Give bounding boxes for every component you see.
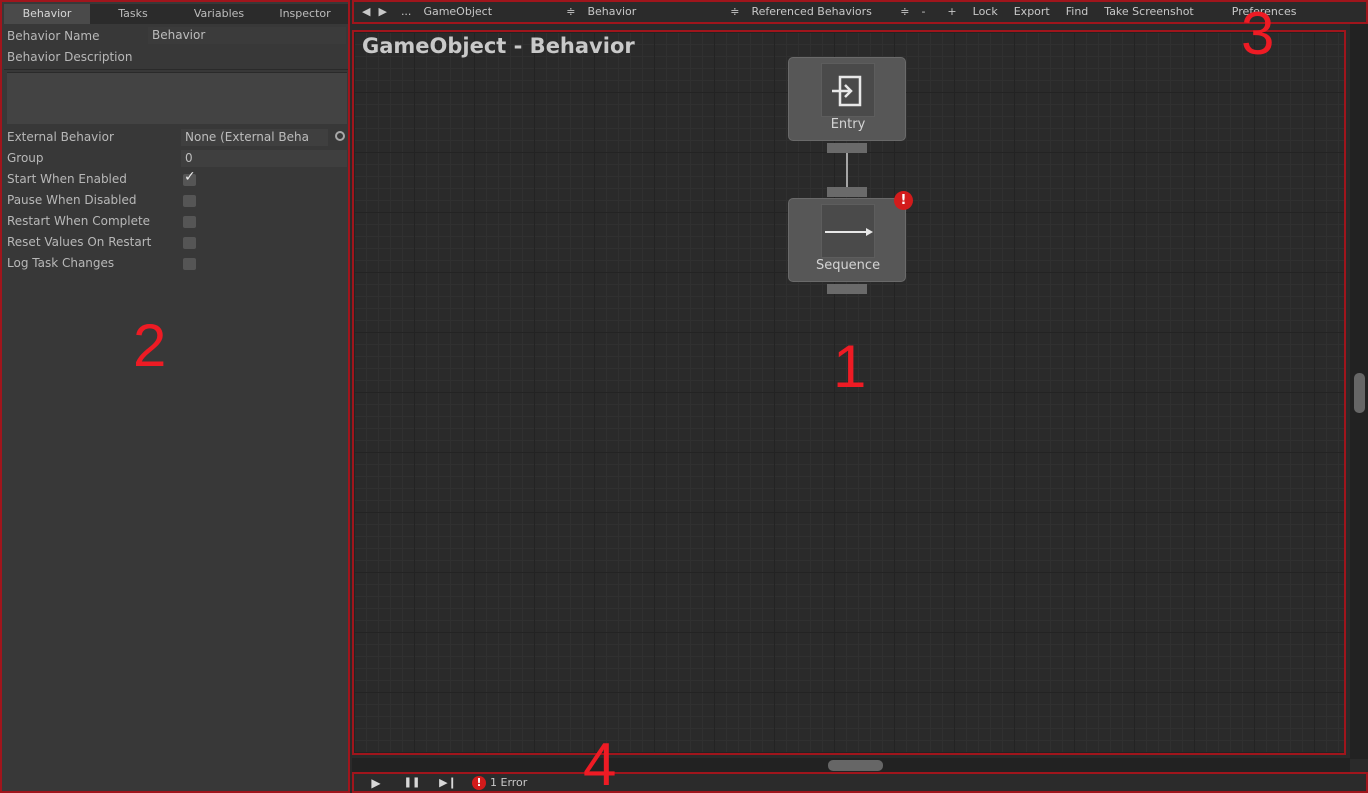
- dropdown-arrows-icon: ≑: [566, 5, 576, 18]
- pause-when-disabled-checkbox[interactable]: [183, 195, 196, 207]
- object-picker-icon[interactable]: [335, 131, 345, 141]
- sequence-node-label: Sequence: [815, 258, 881, 273]
- sequence-input-connector[interactable]: [827, 187, 867, 197]
- referenced-behaviors-select[interactable]: Referenced Behaviors ≑: [745, 2, 915, 22]
- referenced-behaviors-label: Referenced Behaviors: [751, 5, 872, 18]
- entry-node[interactable]: Entry: [788, 57, 906, 141]
- forward-arrow-icon[interactable]: ▶: [374, 2, 394, 22]
- behavior-select[interactable]: Behavior ≑: [581, 2, 745, 22]
- find-button[interactable]: Find: [1060, 2, 1095, 22]
- restart-when-complete-checkbox[interactable]: [183, 216, 196, 228]
- log-task-changes-label: Log Task Changes: [7, 256, 115, 270]
- tab-variables[interactable]: Variables: [176, 4, 262, 24]
- behavior-graph-canvas[interactable]: GameObject - Behavior Entry Sequence !: [352, 30, 1346, 755]
- lock-button[interactable]: Lock: [967, 2, 1004, 22]
- dropdown-arrows-icon: ≑: [900, 5, 910, 18]
- sequence-arrow-icon: [821, 204, 875, 258]
- error-count-label: 1 Error: [490, 776, 528, 789]
- reset-values-on-restart-checkbox[interactable]: [183, 237, 196, 249]
- start-when-enabled-checkbox[interactable]: [183, 169, 196, 186]
- back-arrow-icon[interactable]: ◀: [354, 2, 374, 22]
- external-behavior-field[interactable]: None (External Beha: [181, 129, 328, 146]
- connection-line: [846, 153, 848, 187]
- error-icon: !: [472, 775, 486, 790]
- sequence-node[interactable]: Sequence: [788, 198, 906, 282]
- more-button[interactable]: ...: [395, 2, 418, 22]
- entry-node-label: Entry: [830, 117, 866, 132]
- play-icon[interactable]: ▶: [358, 774, 394, 791]
- pause-icon[interactable]: ❚❚: [394, 774, 430, 791]
- error-icon[interactable]: !: [894, 191, 913, 210]
- vertical-scroll-thumb[interactable]: [1354, 373, 1365, 413]
- step-icon[interactable]: ▶❙: [430, 774, 466, 791]
- divider: [4, 69, 348, 70]
- entry-icon: [821, 63, 875, 117]
- external-behavior-label: External Behavior: [7, 130, 114, 144]
- panel-tabs: Behavior Tasks Variables Inspector: [4, 4, 348, 24]
- entry-output-connector[interactable]: [827, 143, 867, 153]
- horizontal-scrollbar[interactable]: [352, 758, 1350, 772]
- dropdown-arrows-icon: ≑: [730, 5, 740, 18]
- start-when-enabled-label: Start When Enabled: [7, 172, 127, 186]
- behavior-name-input[interactable]: Behavior: [148, 27, 346, 44]
- pause-when-disabled-label: Pause When Disabled: [7, 193, 137, 207]
- group-label: Group: [7, 151, 44, 165]
- sequence-output-connector[interactable]: [827, 284, 867, 294]
- behavior-description-label: Behavior Description: [7, 50, 133, 64]
- tab-behavior[interactable]: Behavior: [4, 4, 90, 24]
- graph-toolbar: ◀ ▶ ... GameObject ≑ Behavior ≑ Referenc…: [352, 0, 1368, 24]
- log-task-changes-checkbox[interactable]: [183, 258, 196, 270]
- behavior-description-input[interactable]: [7, 72, 347, 124]
- export-button[interactable]: Export: [1008, 2, 1056, 22]
- error-count-button[interactable]: ! 1 Error: [466, 775, 528, 790]
- behavior-select-label: Behavior: [587, 5, 637, 18]
- add-behavior-button[interactable]: +: [941, 2, 962, 22]
- remove-behavior-button[interactable]: -: [915, 2, 931, 22]
- behavior-name-label: Behavior Name: [7, 29, 100, 43]
- horizontal-scroll-thumb[interactable]: [828, 760, 883, 771]
- gameobject-select[interactable]: GameObject ≑: [417, 2, 581, 22]
- restart-when-complete-label: Restart When Complete: [7, 214, 151, 228]
- debug-toolbar: ▶ ❚❚ ▶❙ ! 1 Error: [352, 772, 1368, 793]
- preferences-button[interactable]: Preferences: [1226, 2, 1303, 22]
- graph-title: GameObject - Behavior: [362, 34, 635, 58]
- reset-values-on-restart-label: Reset Values On Restart: [7, 235, 152, 249]
- tab-inspector[interactable]: Inspector: [262, 4, 348, 24]
- vertical-scrollbar[interactable]: [1350, 24, 1368, 759]
- group-input[interactable]: 0: [181, 150, 347, 167]
- gameobject-select-label: GameObject: [423, 5, 493, 18]
- take-screenshot-button[interactable]: Take Screenshot: [1098, 2, 1199, 22]
- tab-tasks[interactable]: Tasks: [90, 4, 176, 24]
- behavior-properties-panel: Behavior Tasks Variables Inspector Behav…: [0, 0, 350, 793]
